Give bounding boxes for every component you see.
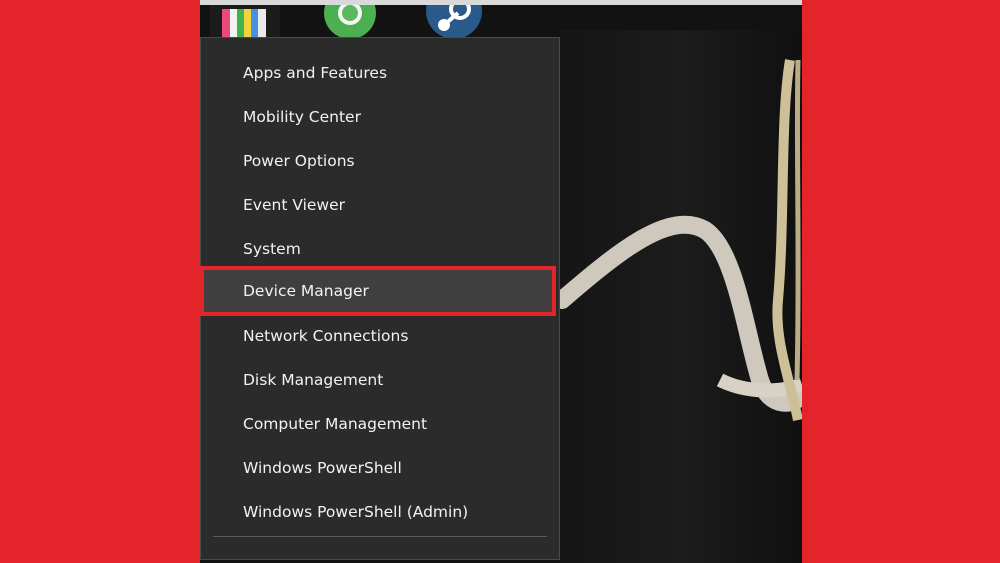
menu-item-label: System — [243, 240, 301, 258]
menu-item-apps-and-features[interactable]: Apps and Features — [201, 51, 559, 95]
menu-item-mobility-center[interactable]: Mobility Center — [201, 95, 559, 139]
menu-item-event-viewer[interactable]: Event Viewer — [201, 183, 559, 227]
menu-item-label: Device Manager — [243, 282, 369, 300]
menu-item-label: Windows PowerShell — [243, 459, 402, 477]
menu-item-windows-powershell-admin[interactable]: Windows PowerShell (Admin) — [201, 490, 559, 534]
menu-item-windows-powershell[interactable]: Windows PowerShell — [201, 446, 559, 490]
menu-item-label: Apps and Features — [243, 64, 388, 82]
menu-item-label: Mobility Center — [243, 108, 361, 126]
menu-item-device-manager[interactable]: Device Manager — [200, 266, 556, 316]
menu-item-system[interactable]: System — [201, 227, 559, 271]
menu-item-label: Power Options — [243, 152, 355, 170]
menu-item-label: Network Connections — [243, 327, 409, 345]
menu-item-label: Computer Management — [243, 415, 428, 433]
slide-background: Apps and Features Mobility Center Power … — [0, 0, 1000, 563]
menu-item-power-options[interactable]: Power Options — [201, 139, 559, 183]
menu-item-computer-management[interactable]: Computer Management — [201, 402, 559, 446]
menu-item-disk-management[interactable]: Disk Management — [201, 358, 559, 402]
menu-item-network-connections[interactable]: Network Connections — [201, 314, 559, 358]
menu-separator — [213, 536, 547, 537]
menu-item-label: Event Viewer — [243, 196, 346, 214]
power-user-menu: Apps and Features Mobility Center Power … — [200, 37, 560, 560]
menu-item-label: Disk Management — [243, 371, 384, 389]
menu-item-label: Windows PowerShell (Admin) — [243, 503, 469, 521]
